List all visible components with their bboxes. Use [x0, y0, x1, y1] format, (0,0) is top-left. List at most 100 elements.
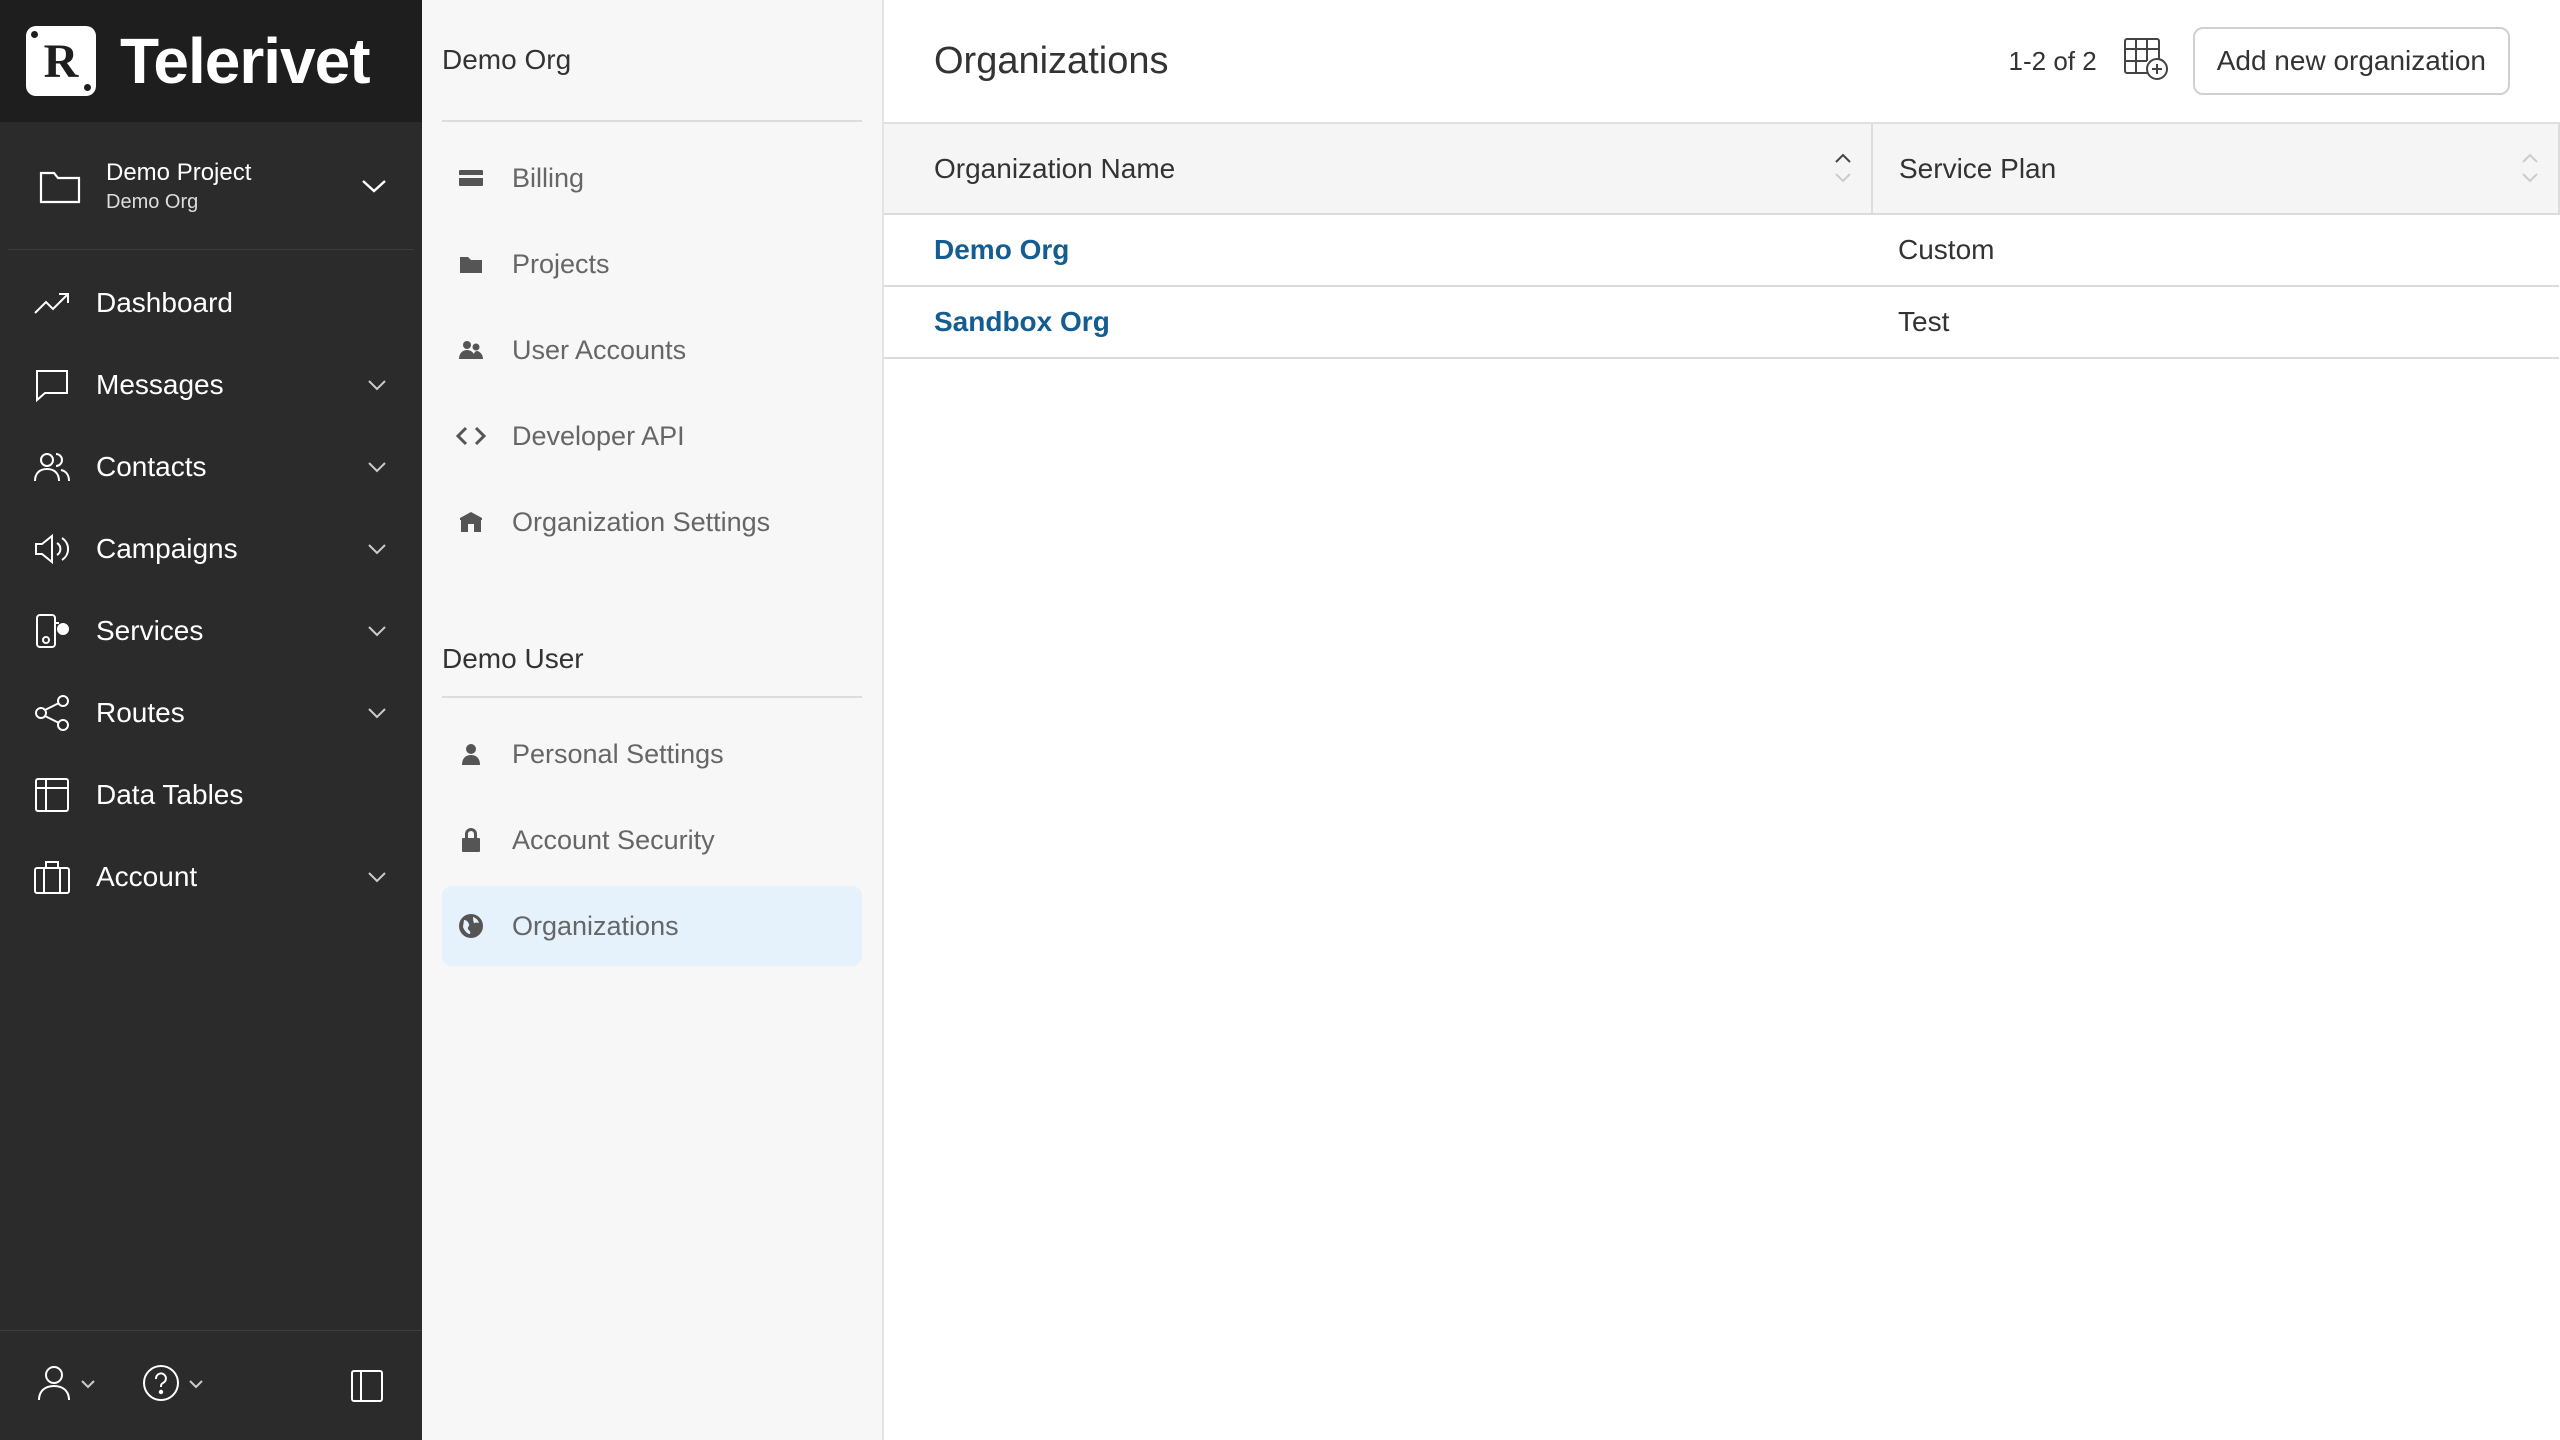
menu-item-developer-api[interactable]: Developer API: [442, 396, 862, 476]
user-menu: Personal Settings Account Security Organ…: [442, 698, 862, 996]
folder-icon: [456, 249, 486, 279]
chat-icon: [32, 365, 72, 405]
user-icon: [36, 1364, 72, 1407]
code-icon: [456, 421, 486, 451]
lock-icon: [456, 825, 486, 855]
table-row[interactable]: Demo Org Custom: [884, 214, 2559, 286]
sidebar-footer: [0, 1330, 422, 1440]
service-plan-cell: Custom: [1898, 234, 1995, 265]
help-icon: [142, 1364, 180, 1407]
folder-icon: [38, 166, 82, 206]
menu-item-organization-settings[interactable]: Organization Settings: [442, 482, 862, 562]
org-section-title: Demo Org: [442, 0, 862, 122]
building-icon: [456, 507, 486, 537]
chevron-down-icon: [366, 866, 388, 888]
chevron-down-icon: [80, 1377, 96, 1395]
main-content: Organizations 1-2 of 2 Add new organizat…: [884, 0, 2560, 1440]
briefcase-icon: [32, 857, 72, 897]
menu-label: Billing: [512, 162, 585, 193]
help-menu-button[interactable]: [142, 1364, 204, 1407]
people-icon: [32, 447, 72, 487]
trend-icon: [32, 283, 72, 323]
nav-item-campaigns[interactable]: Campaigns: [0, 508, 422, 590]
megaphone-icon: [32, 529, 72, 569]
menu-item-account-security[interactable]: Account Security: [442, 800, 862, 880]
menu-label: Personal Settings: [512, 738, 724, 769]
column-label: Service Plan: [1899, 152, 2057, 184]
chevron-down-icon: [188, 1377, 204, 1395]
person-icon: [456, 739, 486, 769]
nav-item-contacts[interactable]: Contacts: [0, 426, 422, 508]
menu-label: Projects: [512, 248, 610, 279]
menu-item-user-accounts[interactable]: User Accounts: [442, 310, 862, 390]
users-icon: [456, 335, 486, 365]
pagination-count: 1-2 of 2: [2008, 45, 2097, 76]
organization-link[interactable]: Sandbox Org: [934, 306, 1110, 337]
menu-label: Organizations: [512, 910, 679, 941]
nav-item-dashboard[interactable]: Dashboard: [0, 262, 422, 344]
nav-label: Data Tables: [96, 779, 244, 810]
services-icon: [32, 611, 72, 651]
nav-label: Campaigns: [96, 533, 238, 564]
column-header-organization-name[interactable]: Organization Name: [884, 124, 1873, 215]
chevron-down-icon: [366, 702, 388, 724]
menu-item-billing[interactable]: Billing: [442, 138, 862, 218]
project-org: Demo Org: [106, 190, 199, 213]
organization-link[interactable]: Demo Org: [934, 234, 1069, 265]
credit-card-icon: [456, 163, 486, 193]
organization-name-cell: Sandbox Org: [884, 286, 1872, 358]
nav-label: Account: [96, 861, 198, 892]
chevron-down-icon: [360, 176, 388, 196]
user-menu-button[interactable]: [36, 1364, 96, 1407]
nav-item-data-tables[interactable]: Data Tables: [0, 754, 422, 836]
organizations-table: Organization Name Service Plan Demo Org …: [884, 124, 2560, 359]
menu-label: Developer API: [512, 420, 685, 451]
column-label: Organization Name: [934, 152, 1176, 184]
nav-label: Messages: [96, 369, 224, 400]
table-header-row: Organization Name Service Plan: [884, 124, 2560, 215]
menu-label: Account Security: [512, 824, 715, 855]
nav-label: Routes: [96, 697, 185, 728]
customize-columns-button[interactable]: [2123, 37, 2169, 86]
organization-name-cell: Demo Org: [884, 214, 1872, 286]
sidebar-toggle-icon: [350, 1370, 384, 1407]
sort-ascending-icon: [1833, 148, 1853, 195]
nav-label: Services: [96, 615, 204, 646]
nav-item-services[interactable]: Services: [0, 590, 422, 672]
menu-item-personal-settings[interactable]: Personal Settings: [442, 714, 862, 794]
sort-icon: [2520, 148, 2540, 195]
share-icon: [32, 693, 72, 733]
project-switcher[interactable]: Demo Project Demo Org: [8, 122, 414, 250]
menu-item-organizations[interactable]: Organizations: [442, 886, 862, 966]
brand-header[interactable]: R Telerivet: [0, 0, 422, 122]
user-section-title: Demo User: [442, 592, 862, 698]
nav-label: Contacts: [96, 451, 207, 482]
menu-label: Organization Settings: [512, 506, 771, 537]
chevron-down-icon: [366, 374, 388, 396]
nav-label: Dashboard: [96, 287, 233, 318]
service-plan-cell: Test: [1898, 306, 1950, 337]
main-sidebar: R Telerivet Demo Project Demo Org Dashbo…: [0, 0, 422, 1440]
main-nav: Dashboard Messages Contacts Campaigns Se…: [0, 250, 422, 918]
collapse-sidebar-button[interactable]: [350, 1369, 384, 1408]
settings-panel: Demo Org Billing Projects User Accounts …: [422, 0, 884, 1440]
column-header-service-plan[interactable]: Service Plan: [1872, 124, 2560, 215]
project-name: Demo Project: [106, 158, 252, 186]
table-add-column-icon: [2123, 37, 2169, 85]
telerivet-logo: R: [26, 26, 96, 96]
brand-name: Telerivet: [120, 25, 370, 97]
table-row[interactable]: Sandbox Org Test: [884, 286, 2559, 358]
menu-item-projects[interactable]: Projects: [442, 224, 862, 304]
table-icon: [32, 775, 72, 815]
chevron-down-icon: [366, 456, 388, 478]
chevron-down-icon: [366, 538, 388, 560]
add-new-organization-button[interactable]: Add new organization: [2192, 27, 2510, 95]
org-menu: Billing Projects User Accounts Developer…: [442, 122, 862, 592]
nav-item-messages[interactable]: Messages: [0, 344, 422, 426]
menu-label: User Accounts: [512, 334, 687, 365]
nav-item-account[interactable]: Account: [0, 836, 422, 918]
chevron-down-icon: [366, 620, 388, 642]
main-header: Organizations 1-2 of 2 Add new organizat…: [884, 0, 2560, 124]
nav-item-routes[interactable]: Routes: [0, 672, 422, 754]
page-title: Organizations: [934, 39, 1169, 82]
